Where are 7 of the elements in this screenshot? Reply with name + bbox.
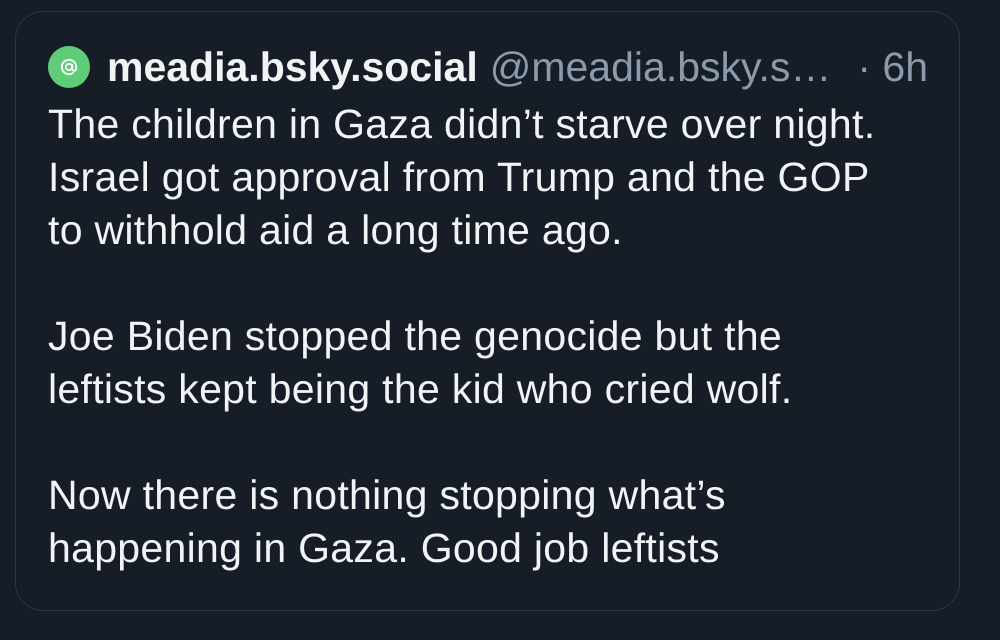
- author-name[interactable]: meadia.bsky.social: [107, 44, 478, 90]
- post-text: Joe Biden stopped the genocide but the leftists kept being the kid who cried wolf.: [48, 312, 794, 414]
- avatar-icon[interactable]: [48, 46, 90, 88]
- post-time[interactable]: · 6h: [857, 44, 928, 90]
- post-text: The children in Gaza didn’t starve over night. Israel got approval from Trump and the GOP to withhold aid a long time ago.: [48, 100, 876, 255]
- author-handle[interactable]: @meadia.bsky.s…: [490, 44, 832, 90]
- post-text: Now there is nothing stopping what’s happening in Gaza. Good job leftists: [48, 471, 727, 573]
